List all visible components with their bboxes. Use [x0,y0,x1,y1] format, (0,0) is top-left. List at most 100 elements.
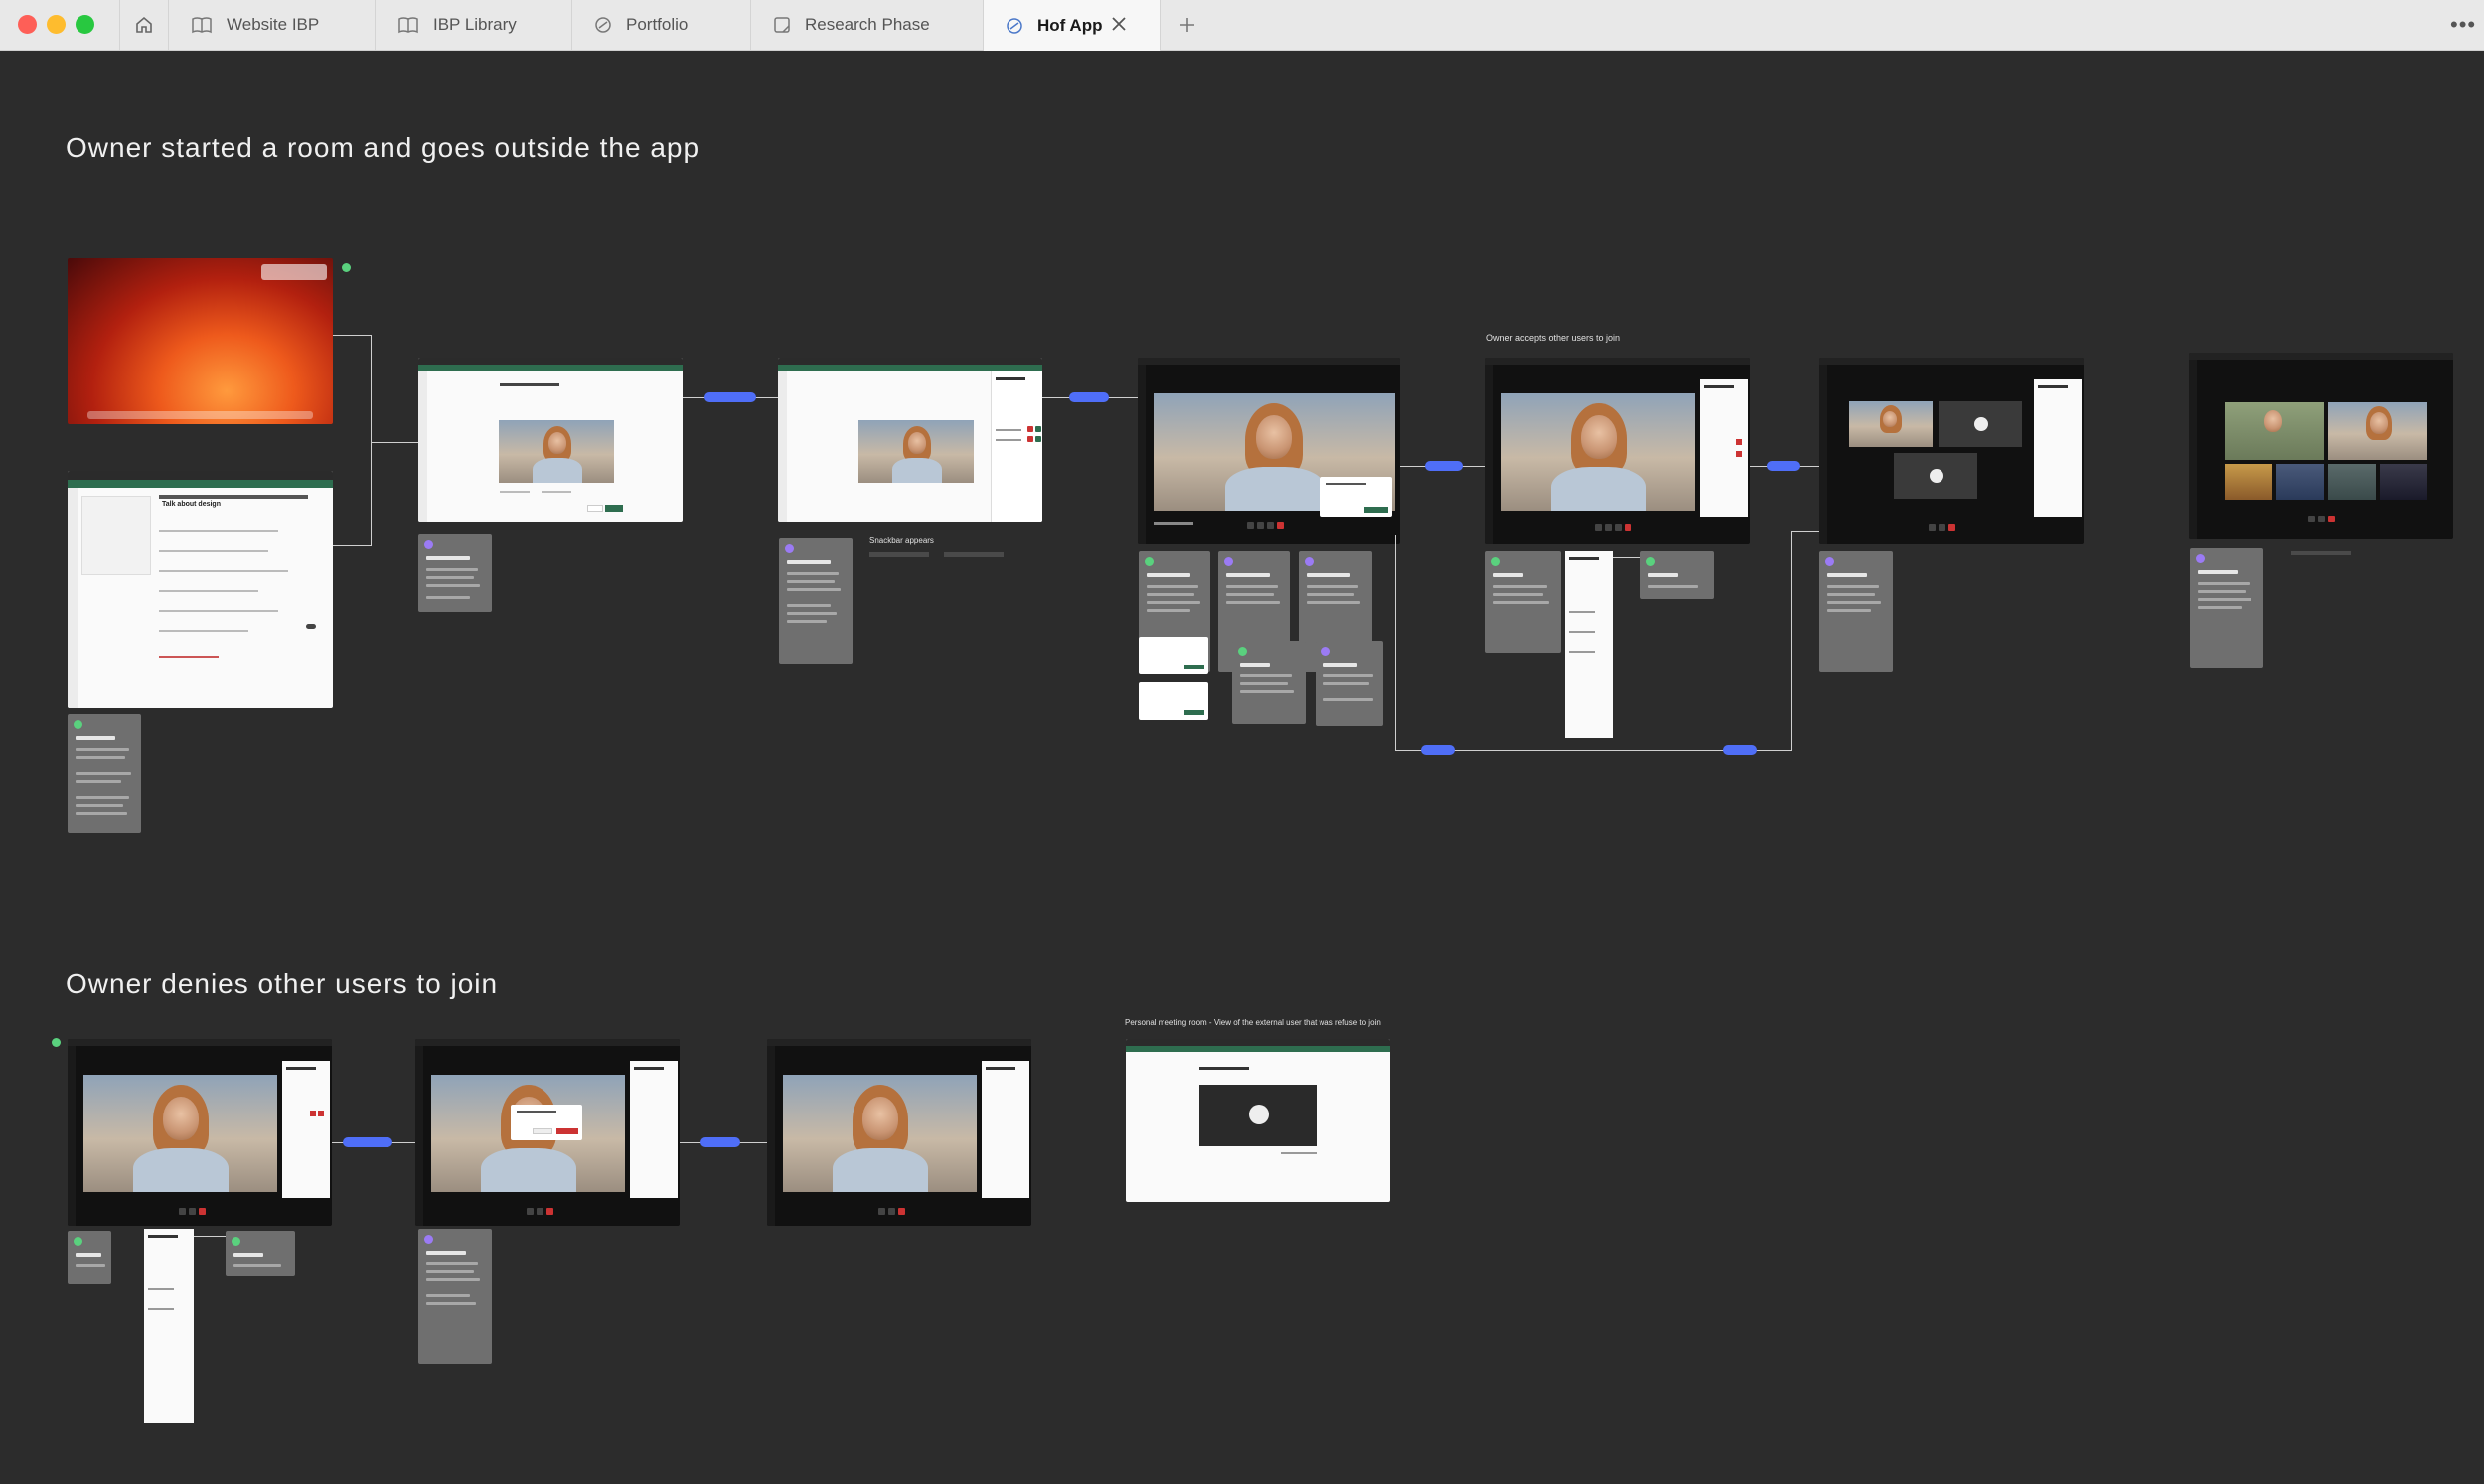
gallery-view-frame[interactable] [2189,353,2453,539]
camera-button[interactable] [1257,522,1264,529]
video-tile [2225,402,2324,460]
person-face [2264,410,2282,432]
leave-button[interactable] [898,1208,905,1215]
leave-button[interactable] [1625,524,1631,531]
figma-canvas[interactable]: Owner started a room and goes outside th… [0,51,2484,1484]
panel-title [286,1067,316,1070]
mic-button[interactable] [1595,524,1602,531]
note-line [1827,593,1875,596]
multi-tile-frame[interactable] [1819,358,2084,544]
more-options-icon[interactable]: ••• [2450,12,2476,38]
deny-flow-frame-2[interactable] [415,1039,680,1226]
video-tile [1939,401,2022,447]
tab-ibp-library[interactable]: IBP Library [376,0,572,50]
person-shirt [1551,467,1646,511]
accept-button[interactable] [1035,426,1041,432]
note-marker [1305,557,1314,566]
cancel-button[interactable] [587,505,603,512]
meeting-room-participants-frame[interactable] [778,358,1042,522]
camera-button[interactable] [189,1208,196,1215]
deny-flow-frame-1[interactable] [68,1039,332,1226]
note-heading [76,736,115,740]
tab-website-ibp[interactable]: Website IBP [169,0,376,50]
person-face [908,432,926,454]
mic-button[interactable] [2308,516,2315,522]
deny-button[interactable] [1736,439,1742,445]
tab-research-phase[interactable]: Research Phase [751,0,984,50]
admit-button[interactable] [1364,507,1388,513]
deny-button[interactable] [1736,451,1742,457]
accept-button[interactable] [1035,436,1041,442]
deny-flow-frame-3[interactable] [767,1039,1031,1226]
mic-button[interactable] [1929,524,1936,531]
leave-button[interactable] [199,1208,206,1215]
join-button[interactable] [605,505,623,512]
start-marker [52,1038,61,1047]
app-sidebar [1819,365,1827,544]
camera-button[interactable] [1939,524,1945,531]
deny-button[interactable] [1027,426,1033,432]
deny-button[interactable] [310,1111,316,1116]
accept-flow-frame[interactable] [1485,358,1750,544]
minimize-window-button[interactable] [47,15,66,34]
home-button[interactable] [119,0,169,50]
note-heading [1147,573,1190,577]
connector-line [1613,557,1640,558]
video-preview [499,420,614,483]
sticky-note [1316,641,1383,726]
mic-button[interactable] [179,1208,186,1215]
deny-button[interactable] [1027,436,1033,442]
personal-room-frame[interactable] [1126,1039,1390,1202]
leave-button[interactable] [1277,522,1284,529]
participant-name [1569,651,1595,653]
tab-label: Hof App [1037,15,1103,35]
leave-button[interactable] [546,1208,553,1215]
text-line [1281,1152,1317,1154]
close-window-button[interactable] [18,15,37,34]
person-shirt [533,458,582,483]
new-tab-button[interactable] [1172,10,1202,40]
sticky-note [226,1231,295,1276]
participant-name [996,439,1021,441]
dark-meeting-room-frame[interactable] [1138,358,1400,544]
note-line [76,1264,105,1267]
mic-button[interactable] [527,1208,534,1215]
connector-line [194,1236,226,1237]
text-line [159,550,268,552]
snackbar-preview [869,552,929,557]
cancel-button[interactable] [533,1128,552,1134]
toggle-switch[interactable] [306,624,316,629]
note-line [76,756,125,759]
meetings-page-frame[interactable]: Talk about design [68,471,333,708]
deny-button[interactable] [556,1128,578,1134]
mic-button[interactable] [1247,522,1254,529]
note-line [1226,585,1278,588]
meeting-room-frame[interactable] [418,358,683,522]
desktop-screenshot-frame[interactable] [68,258,333,424]
avatar [1974,417,1988,431]
book-icon [192,17,212,34]
fullscreen-window-button[interactable] [76,15,94,34]
tab-portfolio[interactable]: Portfolio [572,0,751,50]
close-icon[interactable] [1110,15,1128,33]
share-button[interactable] [1267,522,1274,529]
mic-button[interactable] [878,1208,885,1215]
tab-label: Portfolio [626,15,689,34]
text-line [159,530,278,532]
note-heading [426,1251,466,1255]
camera-button[interactable] [2318,516,2325,522]
camera-button[interactable] [1605,524,1612,531]
share-button[interactable] [1615,524,1622,531]
leave-button[interactable] [2328,516,2335,522]
camera-button[interactable] [888,1208,895,1215]
browser-chrome [778,358,1042,365]
browser-chrome [1485,358,1750,365]
video-tile [2225,464,2272,500]
browser-chrome [1819,358,2084,365]
leave-button[interactable] [1948,524,1955,531]
deny-button[interactable] [318,1111,324,1116]
note-line [787,572,839,575]
camera-button[interactable] [537,1208,543,1215]
tab-hof-app[interactable]: Hof App [984,0,1161,51]
connector-line [1791,531,1819,532]
